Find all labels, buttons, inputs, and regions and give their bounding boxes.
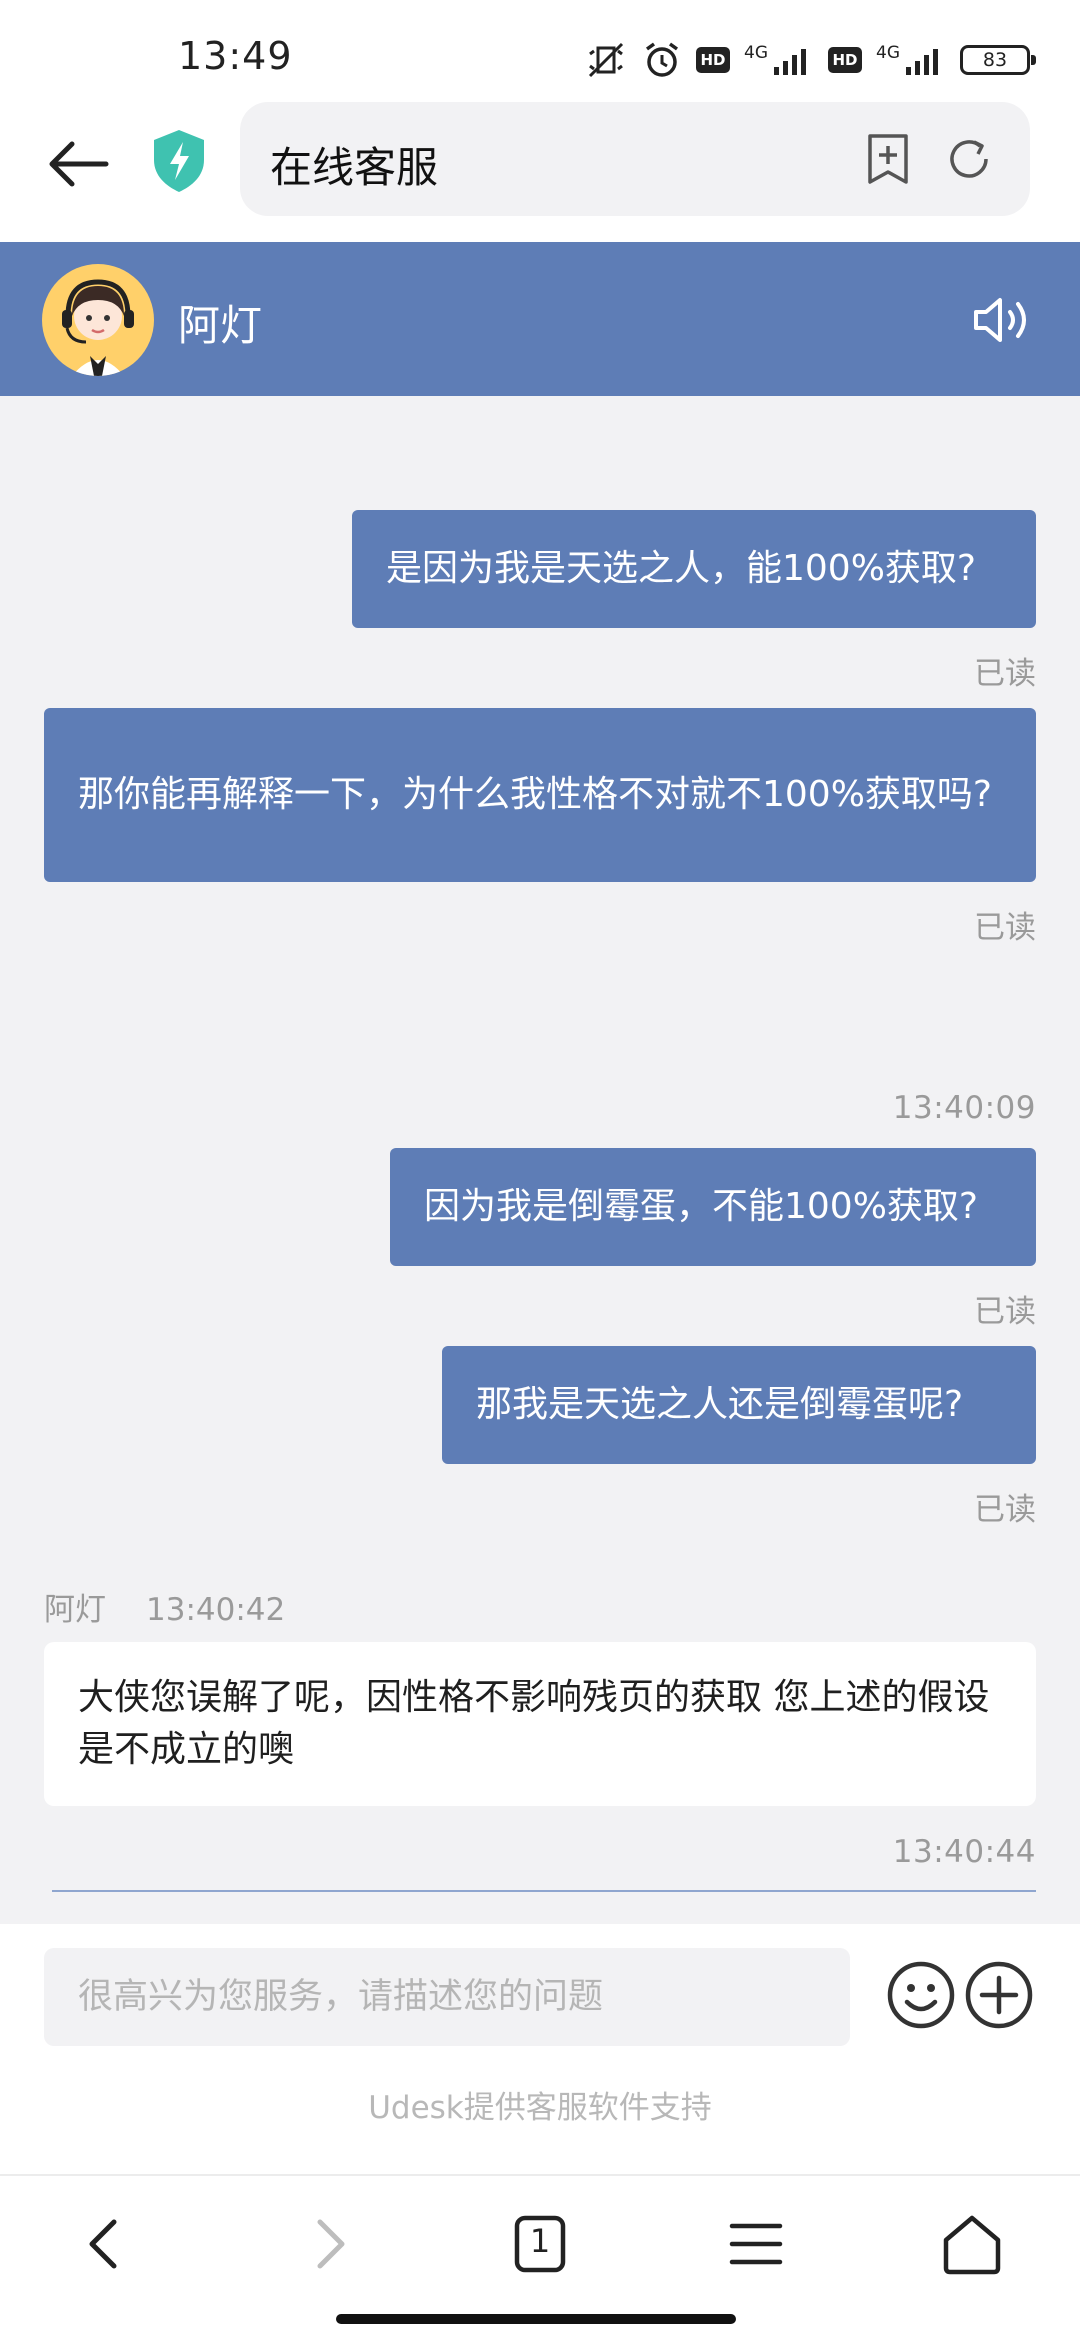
home-indicator <box>336 2314 736 2324</box>
message-input[interactable] <box>44 1948 850 2046</box>
signal-icon <box>906 49 938 75</box>
browser-toolbar: 在线客服 <box>0 100 1080 242</box>
outgoing-message[interactable]: 是因为我是天选之人，能100%获取? <box>352 510 1036 628</box>
message-timestamp: 13:40:44 <box>892 1834 1036 1870</box>
status-icons: HD 4G HD 4G 83 <box>584 38 1036 82</box>
message-text: 那你能再解释一下，为什么我性格不对就不100%获取吗? <box>78 774 993 815</box>
emoji-icon[interactable] <box>886 1960 956 2030</box>
bookmark-add-icon[interactable] <box>864 132 912 186</box>
back-arrow-icon[interactable] <box>44 134 114 194</box>
divider <box>52 1890 1036 1892</box>
avatar[interactable] <box>42 264 154 376</box>
status-time: 13:49 <box>178 34 293 78</box>
outgoing-message[interactable]: 那我是天选之人还是倒霉蛋呢? <box>442 1346 1036 1464</box>
outgoing-message[interactable]: 那你能再解释一下，为什么我性格不对就不100%获取吗? <box>44 708 1036 882</box>
network-label: 4G <box>744 43 768 63</box>
read-status: 已读 <box>974 656 1036 692</box>
message-text: 那我是天选之人还是倒霉蛋呢? <box>476 1384 964 1425</box>
tabs-button[interactable]: 1 <box>500 2204 580 2284</box>
hd-badge: HD <box>696 47 730 73</box>
alarm-icon <box>645 42 679 77</box>
chat-header: 阿灯 <box>0 242 1080 396</box>
shield-lightning-icon[interactable] <box>150 128 208 194</box>
network-label: 4G <box>876 43 900 63</box>
message-text: 大侠您误解了呢，因性格不影响残页的获取 您上述的假设是不成立的噢 <box>78 1677 990 1770</box>
incoming-message[interactable]: 大侠您误解了呢，因性格不影响残页的获取 您上述的假设是不成立的噢 <box>44 1642 1036 1806</box>
status-bar: 13:49 HD 4G HD 4G 83 <box>0 0 1080 100</box>
hd-badge: HD <box>828 47 862 73</box>
read-status: 已读 <box>974 1492 1036 1528</box>
read-status: 已读 <box>974 910 1036 946</box>
message-text: 因为我是倒霉蛋，不能100%获取? <box>424 1186 979 1227</box>
sender-time: 13:40:42 <box>146 1592 286 1628</box>
agent-avatar-icon <box>62 279 134 376</box>
incoming-meta: 阿灯 13:40:42 <box>44 1584 285 1629</box>
outgoing-message[interactable]: 因为我是倒霉蛋，不能100%获取? <box>390 1148 1036 1266</box>
agent-name: 阿灯 <box>178 301 263 350</box>
mute-vibrate-icon <box>588 42 624 78</box>
read-status: 已读 <box>974 1294 1036 1330</box>
home-icon[interactable] <box>932 2204 1012 2284</box>
powered-by: Udesk提供客服软件支持 <box>368 2090 712 2126</box>
page-title: 在线客服 <box>270 143 439 192</box>
refresh-icon[interactable] <box>944 134 994 184</box>
menu-icon[interactable] <box>716 2204 796 2284</box>
message-text: 是因为我是天选之人，能100%获取? <box>386 548 977 589</box>
battery-indicator: 83 <box>960 45 1036 75</box>
tab-count: 1 <box>529 2222 551 2260</box>
bottom-nav: 1 <box>0 2174 1080 2340</box>
plus-icon[interactable] <box>964 1960 1034 2030</box>
sender-name: 阿灯 <box>44 1592 106 1628</box>
signal-icon <box>774 49 806 75</box>
speaker-icon[interactable] <box>970 290 1034 350</box>
address-bar[interactable]: 在线客服 <box>240 102 1030 216</box>
forward-icon[interactable] <box>288 2204 368 2284</box>
back-icon[interactable] <box>66 2204 146 2284</box>
message-timestamp: 13:40:09 <box>892 1090 1036 1126</box>
input-area: Udesk提供客服软件支持 <box>0 1924 1080 2174</box>
